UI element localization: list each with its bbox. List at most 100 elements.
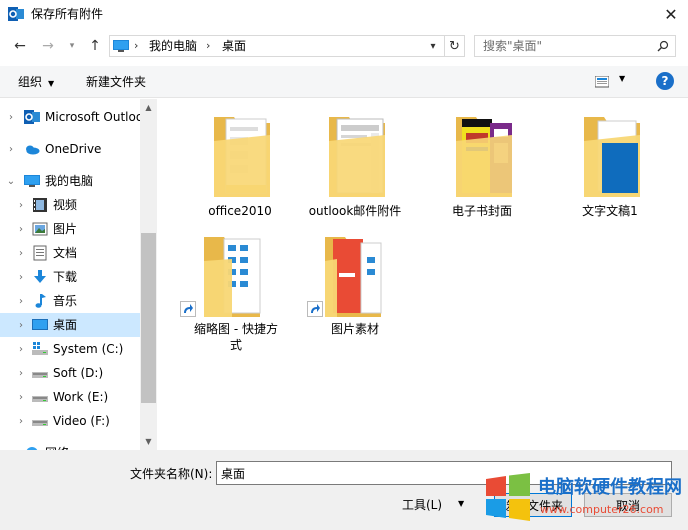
documents-folder-icon: [33, 245, 47, 261]
system-drive-icon: [32, 342, 48, 355]
sidebar-item-outlook[interactable]: › Microsoft Outloo: [0, 105, 144, 129]
organize-button[interactable]: 组织 ▼: [18, 74, 54, 92]
sidebar-item-videos[interactable]: › 视频: [0, 193, 140, 217]
scroll-down-button[interactable]: ▼: [140, 433, 157, 450]
outlook-icon: [24, 110, 40, 124]
sidebar-item-system-c[interactable]: › System (C:): [0, 337, 140, 361]
watermark-text: 电脑软硬件教程网: [538, 477, 682, 498]
desktop-folder-icon: [32, 319, 48, 330]
search-box[interactable]: [474, 35, 676, 57]
watermark: 电脑软硬件教程网 www.computer26.com: [484, 471, 684, 523]
refresh-icon: ↻: [449, 38, 460, 54]
folder-shortcut-icon: [204, 237, 261, 317]
sidebar-item-music[interactable]: › 音乐: [0, 289, 140, 313]
sidebar-item-desktop[interactable]: › 桌面: [0, 313, 140, 337]
watermark-url: www.computer26.com: [540, 503, 664, 516]
toolbar: 组织 ▼ 新建文件夹 ▼ ?: [0, 66, 688, 98]
outlook-icon: [8, 7, 24, 21]
folder-item-thumbnail-shortcut[interactable]: 缩略图 - 快捷方 式: [168, 225, 304, 352]
scroll-thumb[interactable]: [141, 233, 156, 403]
sidebar-item-label: 图片: [53, 222, 78, 236]
recent-locations-button[interactable]: ▾: [62, 36, 82, 56]
folder-item-ebook-covers[interactable]: 电子书封面: [422, 99, 542, 219]
folder-name: 缩略图 - 快捷方 式: [168, 321, 304, 353]
search-icon: [655, 38, 671, 54]
chevron-right-icon: ›: [19, 391, 23, 403]
folder-name: 图片素材: [330, 322, 379, 336]
chevron-right-icon: ›: [19, 199, 23, 211]
arrow-right-icon: →: [42, 38, 54, 54]
chevron-right-icon: ›: [19, 223, 23, 235]
caret-down-icon: ▼: [619, 74, 626, 83]
scroll-up-button[interactable]: ▲: [140, 99, 157, 116]
computer-icon: [24, 175, 40, 187]
folder-icon: [456, 117, 512, 197]
caret-down-icon[interactable]: ▼: [458, 499, 464, 508]
chevron-down-icon: ▾: [430, 40, 436, 52]
caret-down-icon: ▼: [48, 79, 55, 88]
sidebar-item-soft-d[interactable]: › Soft (D:): [0, 361, 140, 385]
file-list[interactable]: office2010 outlook邮件附件 电子书封面 文字文稿1 缩略图 -…: [158, 99, 688, 450]
new-folder-button[interactable]: 新建文件夹: [86, 74, 146, 90]
breadcrumb-desktop[interactable]: 桌面: [222, 39, 246, 53]
breadcrumb-my-computer[interactable]: 我的电脑: [149, 39, 197, 53]
folder-icon: [214, 117, 270, 197]
folder-item-outlook-attachments[interactable]: outlook邮件附件: [295, 99, 415, 219]
sidebar-item-label: Work (E:): [53, 390, 109, 404]
change-view-button[interactable]: ▼: [593, 74, 629, 90]
windows-logo-icon: [486, 473, 530, 521]
folder-icon: [584, 117, 640, 197]
folder-item-text-draft[interactable]: 文字文稿1: [550, 99, 670, 219]
window-title: 保存所有附件: [31, 7, 104, 21]
sidebar-item-network[interactable]: › 网络: [0, 441, 140, 450]
up-button[interactable]: ↑: [85, 36, 105, 56]
chevron-right-icon: ›: [19, 343, 23, 355]
forward-button[interactable]: →: [38, 36, 58, 56]
sidebar-item-work-e[interactable]: › Work (E:): [0, 385, 140, 409]
folder-item-image-assets[interactable]: 图片素材: [295, 225, 415, 345]
sidebar-item-documents[interactable]: › 文档: [0, 241, 140, 265]
onedrive-icon: [26, 145, 40, 155]
tools-button[interactable]: 工具(L): [402, 497, 442, 513]
close-button[interactable]: ✕: [654, 0, 688, 28]
chevron-right-icon: ›: [19, 271, 23, 283]
drive-icon: [32, 396, 48, 402]
pictures-folder-icon: [32, 222, 48, 236]
chevron-right-icon: ›: [19, 295, 23, 307]
chevron-right-icon: ›: [19, 415, 23, 427]
folder-icon: [329, 117, 385, 197]
breadcrumb-separator: ›: [206, 39, 211, 52]
help-button[interactable]: ?: [656, 72, 674, 90]
music-folder-icon: [35, 294, 46, 308]
sidebar-item-label: 音乐: [53, 294, 78, 308]
address-dropdown-button[interactable]: ▾: [426, 38, 440, 54]
close-icon: ✕: [664, 4, 678, 24]
refresh-button[interactable]: ↻: [444, 36, 464, 56]
sidebar-item-label: 我的电脑: [45, 174, 94, 188]
drive-icon: [32, 372, 48, 378]
organize-label: 组织: [18, 75, 43, 89]
sidebar-item-downloads[interactable]: › 下载: [0, 265, 140, 289]
address-bar[interactable]: › 我的电脑 › 桌面 ▾ ↻: [109, 35, 465, 57]
view-icon: [595, 76, 609, 88]
chevron-right-icon: ›: [9, 111, 13, 123]
sidebar-item-label: 下载: [53, 270, 78, 284]
sidebar-item-pictures[interactable]: › 图片: [0, 217, 140, 241]
chevron-right-icon: ›: [9, 143, 13, 155]
sidebar-item-my-computer[interactable]: ⌄ 我的电脑: [0, 169, 140, 193]
navigation-pane[interactable]: › Microsoft Outloo › OneDrive ⌄ 我的电脑 › 视…: [0, 99, 157, 450]
folder-shortcut-icon: [325, 237, 382, 317]
back-button[interactable]: ←: [10, 36, 30, 56]
computer-icon: [113, 40, 129, 52]
folder-name: 电子书封面: [451, 204, 512, 218]
chevron-right-icon: ›: [19, 367, 23, 379]
sidebar-item-video-f[interactable]: › Video (F:): [0, 409, 140, 433]
arrow-up-icon: ↑: [89, 38, 101, 54]
sidebar-item-label: Video (F:): [53, 414, 110, 428]
sidebar-item-onedrive[interactable]: › OneDrive: [0, 137, 140, 161]
search-input[interactable]: [475, 36, 655, 56]
sidebar-scrollbar[interactable]: ▲ ▼: [140, 99, 157, 450]
folder-name: 文字文稿1: [582, 204, 638, 218]
folder-item-office2010[interactable]: office2010: [180, 99, 300, 219]
sidebar-item-label: Microsoft Outloo: [45, 110, 144, 124]
